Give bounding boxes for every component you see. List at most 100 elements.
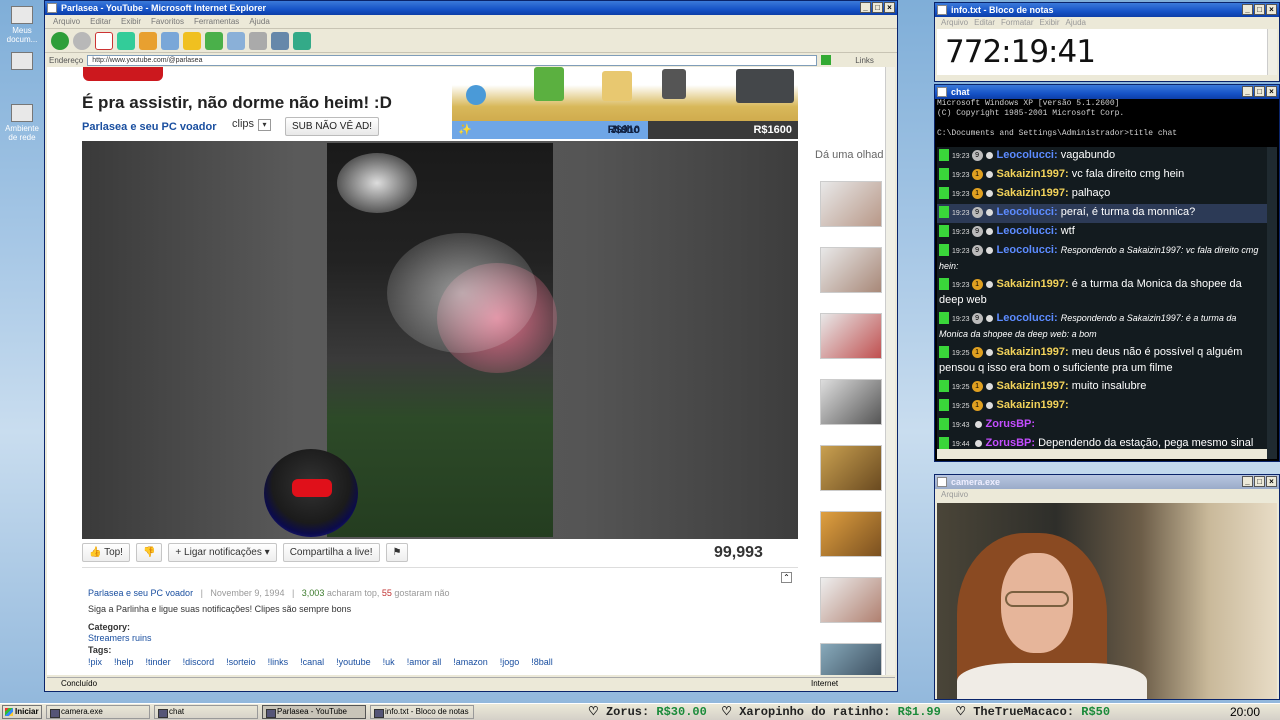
chat-username[interactable]: Sakaizin1997: (997, 380, 1069, 392)
chat-username[interactable]: Leocolucci: (997, 244, 1058, 256)
tag-link[interactable]: !tinder (146, 657, 171, 667)
start-button[interactable]: Iniciar (2, 705, 42, 719)
notepad-text[interactable]: 772:19:41 (937, 29, 1269, 75)
print-icon[interactable] (249, 31, 267, 50)
camera-titlebar[interactable]: camera.exe _ □ × (935, 475, 1279, 489)
edit-icon[interactable] (271, 31, 289, 50)
mail-icon[interactable] (227, 31, 245, 50)
desktop-icon-computer[interactable] (2, 52, 42, 72)
share-button[interactable]: Compartilha a live! (282, 542, 380, 562)
related-thumbnail[interactable] (820, 313, 882, 359)
flag-button[interactable]: ⚑ (385, 542, 409, 562)
desc-channel-link[interactable]: Parlasea e seu PC voador (88, 588, 193, 598)
task-notepad[interactable]: info.txt - Bloco de notas (370, 705, 474, 719)
category-link[interactable]: Streamers ruins (88, 633, 152, 643)
close-button[interactable]: × (1266, 4, 1277, 15)
forward-icon[interactable] (73, 31, 91, 50)
channel-link[interactable]: Parlasea e seu PC voador (82, 121, 217, 133)
chat-username[interactable]: Sakaizin1997: (997, 278, 1069, 290)
tag-link[interactable]: !sorteio (226, 657, 256, 667)
tag-link[interactable]: !canal (300, 657, 324, 667)
tag-link[interactable]: !8ball (531, 657, 553, 667)
address-input[interactable]: http://www.youtube.com/@parlasea (87, 54, 818, 66)
stop-icon[interactable] (95, 31, 113, 50)
related-thumbnail[interactable] (820, 379, 882, 425)
clips-dropdown[interactable]: clips ▾ (232, 118, 272, 131)
minimize-button[interactable]: _ (1242, 4, 1253, 15)
maximize-button[interactable]: □ (1254, 86, 1265, 97)
menu-editar[interactable]: Editar (90, 15, 111, 28)
subscribe-button[interactable]: SUB NÃO VÊ AD! (285, 117, 380, 136)
menu-formatar[interactable]: Formatar (1001, 17, 1033, 28)
dislike-button[interactable]: 👎 (135, 542, 163, 562)
refresh-icon[interactable] (117, 31, 135, 50)
video-player[interactable] (82, 141, 798, 539)
task-chat[interactable]: chat (154, 705, 258, 719)
home-icon[interactable] (139, 31, 157, 50)
menu-arquivo[interactable]: Arquivo (53, 15, 80, 28)
maximize-button[interactable]: □ (1254, 4, 1265, 15)
minimize-button[interactable]: _ (1242, 86, 1253, 97)
tag-link[interactable]: !amor all (407, 657, 442, 667)
chat-username[interactable]: Leocolucci: (997, 312, 1058, 324)
tag-link[interactable]: !pix (88, 657, 102, 667)
chat-username[interactable]: ZorusBP: (986, 437, 1036, 449)
related-thumbnail[interactable] (820, 643, 882, 675)
minimize-button[interactable]: _ (860, 2, 871, 13)
task-youtube[interactable]: Parlasea - YouTube (262, 705, 366, 719)
related-thumbnail[interactable] (820, 577, 882, 623)
chat-username[interactable]: Sakaizin1997: (997, 168, 1069, 180)
menu-favoritos[interactable]: Favoritos (151, 15, 184, 28)
messenger-icon[interactable] (293, 31, 311, 50)
task-camera[interactable]: camera.exe (46, 705, 150, 719)
maximize-button[interactable]: □ (872, 2, 883, 13)
minimize-button[interactable]: _ (1242, 476, 1253, 487)
notify-button[interactable]: + Ligar notificações ▾ (168, 542, 277, 562)
related-thumbnail[interactable] (820, 181, 882, 227)
search-icon[interactable] (161, 31, 179, 50)
tag-link[interactable]: !jogo (500, 657, 520, 667)
tag-link[interactable]: !discord (183, 657, 215, 667)
related-thumbnail[interactable] (820, 445, 882, 491)
menu-ajuda[interactable]: Ajuda (249, 15, 269, 28)
history-icon[interactable] (205, 31, 223, 50)
close-button[interactable]: × (1266, 86, 1277, 97)
desktop-icon-my-documents[interactable]: Meus docum... (2, 6, 42, 44)
tag-link[interactable]: !youtube (336, 657, 371, 667)
chat-username[interactable]: ZorusBP: (986, 418, 1036, 430)
go-icon[interactable] (821, 55, 832, 65)
chat-username[interactable]: Sakaizin1997: (997, 187, 1069, 199)
chat-username[interactable]: Leocolucci: (997, 206, 1058, 218)
chat-hscrollbar[interactable] (937, 449, 1267, 459)
tag-link[interactable]: !links (268, 657, 289, 667)
page-scrollbar[interactable] (885, 67, 895, 675)
close-button[interactable]: × (884, 2, 895, 13)
notepad-titlebar[interactable]: info.txt - Bloco de notas _ □ × (935, 3, 1279, 17)
menu-ferramentas[interactable]: Ferramentas (194, 15, 239, 28)
maximize-button[interactable]: □ (1254, 476, 1265, 487)
like-button[interactable]: 👍 Top! (82, 542, 130, 562)
tag-link[interactable]: !uk (383, 657, 395, 667)
chat-username[interactable]: Sakaizin1997: (997, 346, 1069, 358)
menu-ajuda[interactable]: Ajuda (1066, 17, 1086, 28)
desktop-icon-network[interactable]: Ambiente de rede (2, 104, 42, 142)
menu-arquivo[interactable]: Arquivo (941, 17, 968, 28)
collapse-icon[interactable]: ⌃ (781, 572, 792, 583)
favorites-icon[interactable] (183, 31, 201, 50)
close-button[interactable]: × (1266, 476, 1277, 487)
tag-link[interactable]: !help (114, 657, 134, 667)
menu-exibir[interactable]: Exibir (121, 15, 141, 28)
camera-menu-arquivo[interactable]: Arquivo (935, 489, 1279, 501)
related-thumbnail[interactable] (820, 247, 882, 293)
menu-editar[interactable]: Editar (974, 17, 995, 28)
chat-titlebar[interactable]: chat _ □ × (935, 85, 1279, 99)
tag-link[interactable]: !amazon (453, 657, 488, 667)
back-icon[interactable] (51, 31, 69, 50)
youtube-logo[interactable] (83, 67, 163, 81)
chat-username[interactable]: Sakaizin1997: (997, 399, 1069, 411)
notepad-scrollbar[interactable] (1267, 29, 1277, 75)
chat-scrollbar[interactable] (1267, 147, 1277, 459)
ie-titlebar[interactable]: Parlasea - YouTube - Microsoft Internet … (45, 1, 897, 15)
links-label[interactable]: Links (855, 56, 874, 65)
menu-exibir[interactable]: Exibir (1039, 17, 1059, 28)
